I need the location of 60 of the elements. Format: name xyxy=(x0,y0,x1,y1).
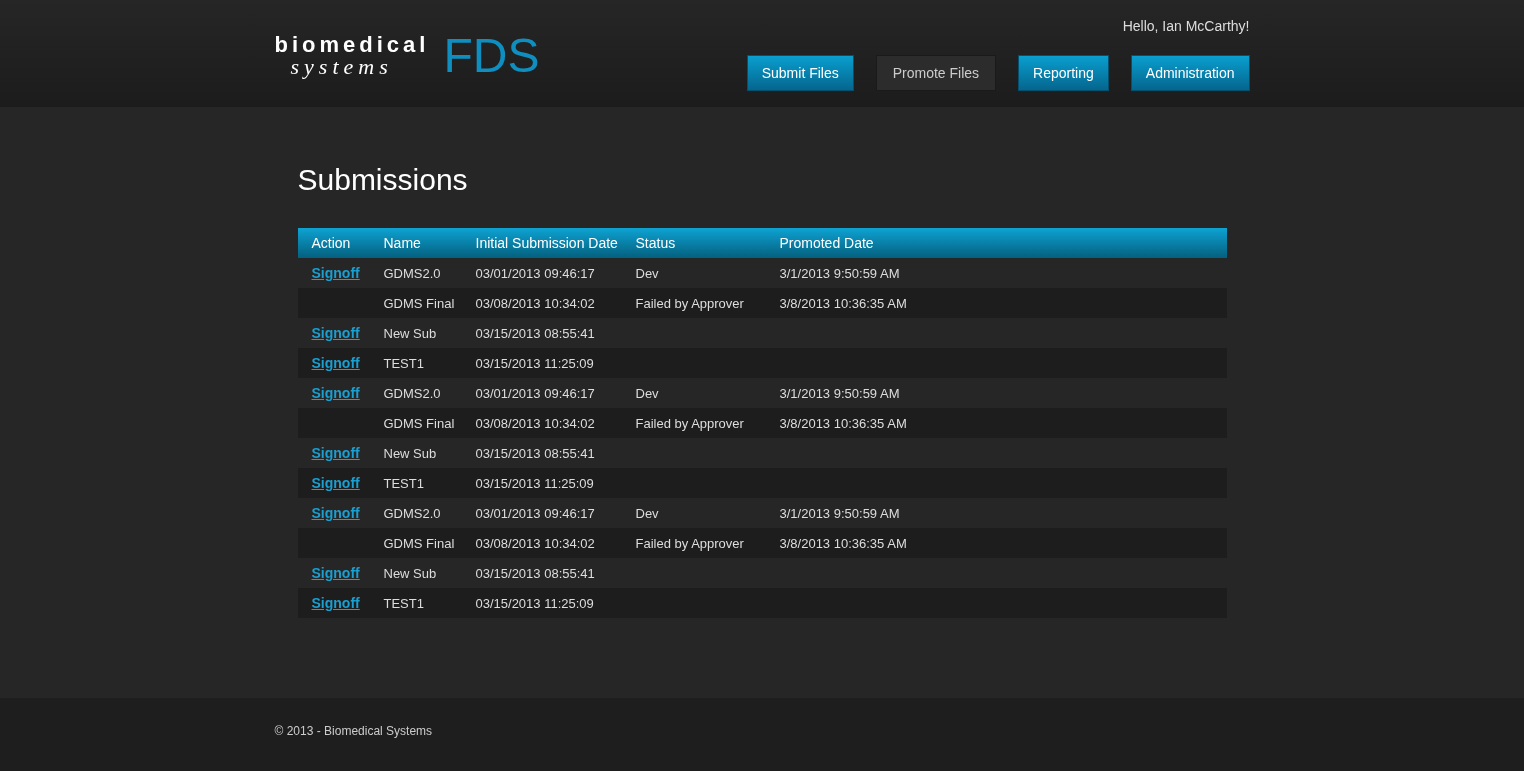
table-cell: Failed by Approver xyxy=(635,296,744,311)
logo-text: FDS xyxy=(443,32,540,80)
signoff-link[interactable]: Signoff xyxy=(311,565,360,581)
table-cell: TEST1 xyxy=(383,356,424,371)
table-cell: 03/01/2013 09:46:17 xyxy=(475,386,595,401)
greeting-text: Hello, Ian McCarthy! xyxy=(1122,17,1250,36)
signoff-link[interactable]: Signoff xyxy=(311,505,360,521)
table-cell: 03/15/2013 08:55:41 xyxy=(475,566,595,581)
table-cell: 3/8/2013 10:36:35 AM xyxy=(779,416,907,431)
table-cell: Failed by Approver xyxy=(635,416,744,431)
table-cell: 03/15/2013 08:55:41 xyxy=(475,326,595,341)
table-cell: 03/08/2013 10:34:02 xyxy=(475,536,595,551)
table-cell: 03/15/2013 08:55:41 xyxy=(475,446,595,461)
column-header: Action xyxy=(311,235,351,251)
column-header: Status xyxy=(635,235,676,251)
signoff-link[interactable]: Signoff xyxy=(311,445,360,461)
signoff-link[interactable]: Signoff xyxy=(311,355,360,371)
table-cell: 03/01/2013 09:46:17 xyxy=(475,506,595,521)
table-cell: Dev xyxy=(635,266,659,281)
table-cell: GDMS2.0 xyxy=(383,386,441,401)
table-cell: New Sub xyxy=(383,446,437,461)
nav-button[interactable]: Administration xyxy=(1130,55,1250,91)
logo-text: biomedical xyxy=(274,34,430,56)
signoff-link[interactable]: Signoff xyxy=(311,385,360,401)
table-cell: 03/15/2013 11:25:09 xyxy=(475,356,594,371)
copyright-text: © 2013 - Biomedical Systems xyxy=(274,724,433,738)
table-cell: 3/8/2013 10:36:35 AM xyxy=(779,296,907,311)
nav-button[interactable]: Submit Files xyxy=(746,55,854,91)
table-cell: GDMS2.0 xyxy=(383,266,441,281)
table-cell: Dev xyxy=(635,506,659,521)
logo-text: systems xyxy=(289,56,394,78)
page-title: Submissions xyxy=(297,162,469,198)
table-cell: 03/08/2013 10:34:02 xyxy=(475,416,595,431)
signoff-link[interactable]: Signoff xyxy=(311,475,360,491)
table-cell: New Sub xyxy=(383,566,437,581)
column-header: Name xyxy=(383,235,421,251)
nav-button[interactable]: Reporting xyxy=(1018,55,1109,91)
table-cell: 3/8/2013 10:36:35 AM xyxy=(779,536,907,551)
table-cell: 3/1/2013 9:50:59 AM xyxy=(779,266,900,281)
column-header: Initial Submission Date xyxy=(475,235,618,251)
signoff-link[interactable]: Signoff xyxy=(311,265,360,281)
table-cell: 03/01/2013 09:46:17 xyxy=(475,266,595,281)
table-cell: 03/15/2013 11:25:09 xyxy=(475,596,594,611)
signoff-link[interactable]: Signoff xyxy=(311,325,360,341)
nav-button[interactable]: Promote Files xyxy=(875,55,997,91)
table-cell: TEST1 xyxy=(383,596,424,611)
table-cell: GDMS2.0 xyxy=(383,506,441,521)
table-cell: New Sub xyxy=(383,326,437,341)
table-cell: 03/08/2013 10:34:02 xyxy=(475,296,595,311)
table-cell: TEST1 xyxy=(383,476,424,491)
signoff-link[interactable]: Signoff xyxy=(311,595,360,611)
table-cell: 3/1/2013 9:50:59 AM xyxy=(779,506,900,521)
table-cell: Dev xyxy=(635,386,659,401)
table-cell: GDMS Final xyxy=(383,296,455,311)
column-header: Promoted Date xyxy=(779,235,874,251)
table-cell: Failed by Approver xyxy=(635,536,744,551)
table-cell: 3/1/2013 9:50:59 AM xyxy=(779,386,900,401)
table-cell: 03/15/2013 11:25:09 xyxy=(475,476,594,491)
table-cell: GDMS Final xyxy=(383,536,455,551)
table-cell: GDMS Final xyxy=(383,416,455,431)
